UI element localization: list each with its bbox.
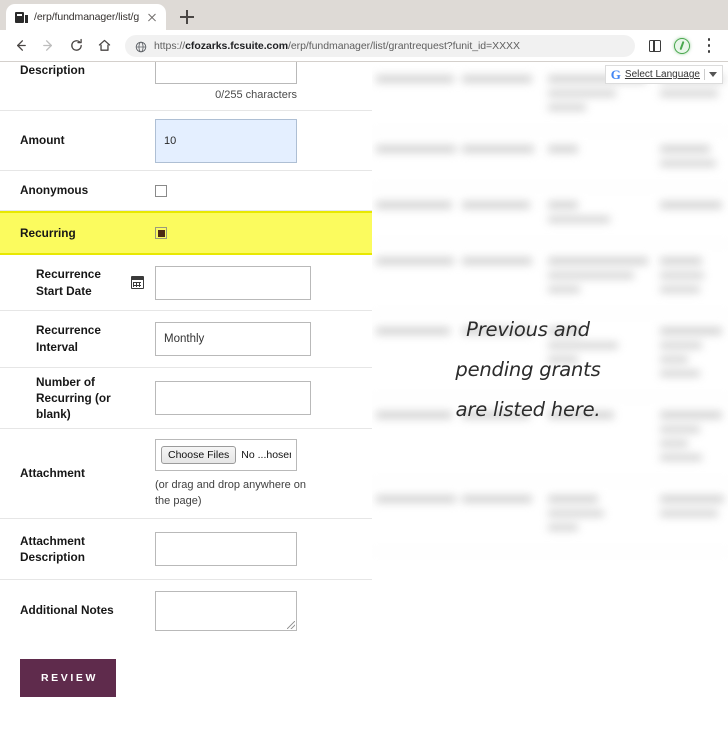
annotation-text: Previous and pending grants are listed h… <box>400 310 656 430</box>
form-row-recurrence-interval: Recurrence Interval <box>0 311 372 368</box>
extension-shield-icon[interactable] <box>670 34 694 58</box>
recurring-label: Recurring <box>20 225 76 240</box>
home-icon[interactable] <box>91 33 117 59</box>
google-translate-widget[interactable]: G Select Language <box>604 65 723 84</box>
recurrence-start-date-label: Recurrence Start Date <box>0 266 152 300</box>
table-row[interactable] <box>372 188 728 244</box>
form-row-attachment: Attachment Choose Files No ...hosen (or … <box>0 429 372 519</box>
reload-arrow-icon[interactable] <box>63 33 89 59</box>
attachment-description-label: Attachment Description <box>20 534 85 564</box>
browser-toolbar: https://cfozarks.fcsuite.com/erp/fundman… <box>0 30 728 61</box>
form-row-amount: Amount <box>0 111 372 171</box>
page-viewport: Previous and pending grants are listed h… <box>0 62 728 750</box>
resize-grip-icon[interactable] <box>287 620 295 629</box>
form-row-additional-notes: Additional Notes <box>0 580 372 641</box>
fcsuite-favicon-icon <box>15 11 28 24</box>
chevron-down-icon[interactable] <box>709 72 717 77</box>
attachment-label: Attachment <box>20 466 85 480</box>
number-of-recurring-field-wrap <box>152 381 360 415</box>
table-row[interactable] <box>372 132 728 188</box>
recurring-field-wrap <box>152 227 360 239</box>
file-input[interactable]: Choose Files No ...hosen <box>155 438 297 471</box>
recurrence-start-date-label-text: Recurrence Start Date <box>36 266 101 298</box>
globe-icon <box>135 40 147 52</box>
number-of-recurring-input[interactable] <box>155 381 311 415</box>
description-label: Description <box>20 63 85 77</box>
toolbar-actions <box>643 34 721 58</box>
number-of-recurring-label: Number of Recurring (or blank) <box>36 375 111 421</box>
form-actions: REVIEW <box>0 641 372 723</box>
form-row-attachment-description: Attachment Description <box>0 519 372 580</box>
recurring-checkbox[interactable] <box>155 227 167 239</box>
recurrence-start-date-input[interactable] <box>155 265 311 300</box>
file-status-text: No ...hosen <box>241 448 291 461</box>
split-view-icon[interactable] <box>643 34 667 58</box>
amount-field-wrap <box>152 118 360 163</box>
annotation-line-3: are listed here. <box>455 398 601 421</box>
table-row[interactable] <box>372 482 728 552</box>
review-button[interactable]: REVIEW <box>20 659 117 697</box>
tab-title: /erp/fundmanager/list/grantre <box>34 11 139 23</box>
annotation-line-1: Previous and <box>466 318 590 341</box>
close-icon[interactable] <box>145 10 159 24</box>
calendar-icon[interactable] <box>131 276 144 289</box>
amount-input[interactable] <box>155 118 297 163</box>
forward-arrow-icon[interactable] <box>35 33 61 59</box>
anonymous-checkbox[interactable] <box>155 184 167 197</box>
annotation-line-2: pending grants <box>455 358 601 381</box>
choose-files-button[interactable]: Choose Files <box>161 445 237 464</box>
form-row-recurrence-start-date: Recurrence Start Date <box>0 255 372 311</box>
attachment-hint: (or drag and drop anywhere on the page) <box>155 478 307 507</box>
table-row[interactable] <box>372 244 728 314</box>
anonymous-label: Anonymous <box>20 183 89 197</box>
google-logo-icon: G <box>610 67 621 82</box>
form-row-anonymous: Anonymous <box>0 171 372 211</box>
tab-strip: /erp/fundmanager/list/grantre <box>0 0 728 30</box>
recurrence-interval-select[interactable] <box>155 322 311 356</box>
form-row-number-of-recurring: Number of Recurring (or blank) <box>0 368 372 429</box>
browser-tab[interactable]: /erp/fundmanager/list/grantre <box>6 4 166 30</box>
select-language-link[interactable]: Select Language <box>625 69 700 80</box>
address-bar-url: https://cfozarks.fcsuite.com/erp/fundman… <box>154 39 520 52</box>
additional-notes-field-wrap <box>152 590 360 631</box>
recurrence-interval-label: Recurrence Interval <box>36 323 101 354</box>
anonymous-field-wrap <box>152 184 360 197</box>
recurrence-start-date-field-wrap <box>152 265 360 300</box>
attachment-description-input[interactable] <box>155 532 297 566</box>
attachment-field-wrap: Choose Files No ...hosen (or drag and dr… <box>152 438 360 509</box>
attachment-description-field-wrap <box>152 532 360 566</box>
form-row-recurring: Recurring <box>0 211 372 255</box>
browser-chrome: /erp/fundmanager/list/grantre <box>0 0 728 62</box>
additional-notes-label: Additional Notes <box>20 603 114 617</box>
recurrence-interval-field-wrap <box>152 322 360 356</box>
amount-label: Amount <box>20 133 65 147</box>
additional-notes-textarea[interactable] <box>155 590 297 631</box>
description-field-wrap: 0/255 characters <box>152 62 372 101</box>
description-char-count: 0/255 characters <box>215 89 297 101</box>
address-bar[interactable]: https://cfozarks.fcsuite.com/erp/fundman… <box>125 34 635 57</box>
three-dot-menu-icon[interactable] <box>697 34 721 58</box>
back-arrow-icon[interactable] <box>7 33 33 59</box>
grant-request-form: Description 0/255 characters Amount Anon… <box>0 62 372 723</box>
new-tab-button[interactable] <box>174 4 200 30</box>
description-textarea[interactable] <box>155 62 297 84</box>
form-row-description: Description 0/255 characters <box>0 62 372 111</box>
divider <box>704 69 705 80</box>
